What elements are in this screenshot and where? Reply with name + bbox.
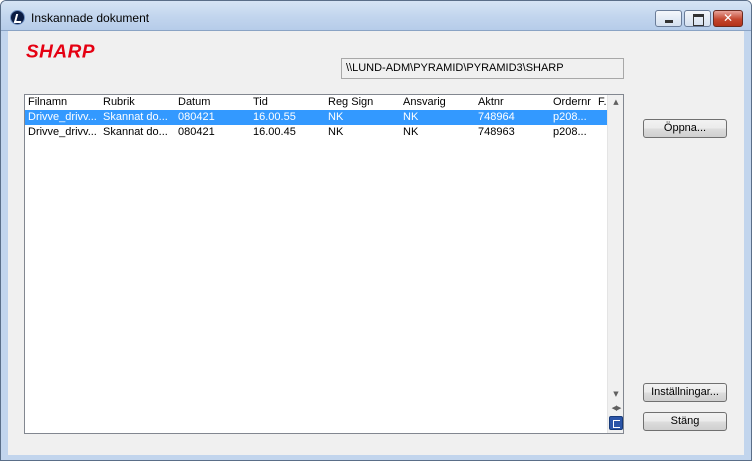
title-bar[interactable]: Inskannade dokument — [1, 1, 751, 31]
client-area: SHARP \\LUND-ADM\PYRAMID\PYRAMID3\SHARP … — [8, 31, 744, 455]
sharp-logo: SHARP — [26, 42, 96, 63]
cell-ansvarig: NK — [403, 126, 419, 138]
cell-reg-sign: NK — [328, 126, 344, 138]
app-icon[interactable] — [10, 10, 25, 25]
column-header-f[interactable]: F... — [595, 95, 607, 110]
scroll-up-icon[interactable]: ▲ — [608, 95, 623, 109]
close-button[interactable]: Stäng — [643, 412, 727, 431]
column-header-rubrik[interactable]: Rubrik — [100, 95, 175, 110]
cell-datum: 080421 — [178, 126, 215, 138]
cell-aktnr: 748964 — [478, 111, 515, 123]
column-header-ansvarig[interactable]: Ansvarig — [400, 95, 475, 110]
document-list[interactable]: Filnamn Rubrik Datum Tid Reg Sign Ansvar… — [24, 94, 624, 434]
minimize-button[interactable] — [655, 10, 682, 27]
settings-button[interactable]: Inställningar... — [643, 383, 727, 402]
column-header-reg-sign[interactable]: Reg Sign — [325, 95, 400, 110]
scroll-down-icon[interactable]: ▼ — [608, 387, 623, 401]
cell-ordernr: p208... — [553, 126, 587, 138]
list-row[interactable]: Drivve_drivv... Skannat do... 080421 16.… — [25, 125, 607, 140]
scroll-left-right-icon[interactable]: ◀▶ — [608, 401, 623, 415]
column-header-tid[interactable]: Tid — [250, 95, 325, 110]
column-header-ordernr[interactable]: Ordernr — [550, 95, 595, 110]
folder-path-field: \\LUND-ADM\PYRAMID\PYRAMID3\SHARP — [341, 58, 624, 79]
cell-tid: 16.00.55 — [253, 111, 296, 123]
window-frame-left — [1, 31, 8, 460]
cell-ansvarig: NK — [403, 111, 419, 123]
cell-ordernr: p208... — [553, 111, 587, 123]
column-header-datum[interactable]: Datum — [175, 95, 250, 110]
column-header-filnamn[interactable]: Filnamn — [25, 95, 100, 110]
main-window: Inskannade dokument SHARP \\LUND-ADM\PYR… — [0, 0, 752, 461]
maximize-button[interactable] — [684, 10, 711, 27]
close-window-button[interactable] — [713, 10, 743, 27]
column-chooser-icon[interactable] — [609, 416, 623, 430]
cell-datum: 080421 — [178, 111, 215, 123]
window-frame-right — [744, 31, 751, 460]
open-button[interactable]: Öppna... — [643, 119, 727, 138]
window-title: Inskannade dokument — [31, 11, 150, 25]
cell-aktnr: 748963 — [478, 126, 515, 138]
cell-reg-sign: NK — [328, 111, 344, 123]
vertical-scrollbar[interactable]: ▲ ▼ ◀▶ — [607, 95, 623, 433]
list-header: Filnamn Rubrik Datum Tid Reg Sign Ansvar… — [25, 95, 607, 110]
cell-filnamn: Drivve_drivv... — [28, 111, 97, 123]
column-header-aktnr[interactable]: Aktnr — [475, 95, 550, 110]
list-row[interactable]: Drivve_drivv... Skannat do... 080421 16.… — [25, 110, 607, 125]
cell-rubrik: Skannat do... — [103, 111, 168, 123]
cell-rubrik: Skannat do... — [103, 126, 168, 138]
cell-tid: 16.00.45 — [253, 126, 296, 138]
cell-filnamn: Drivve_drivv... — [28, 126, 97, 138]
